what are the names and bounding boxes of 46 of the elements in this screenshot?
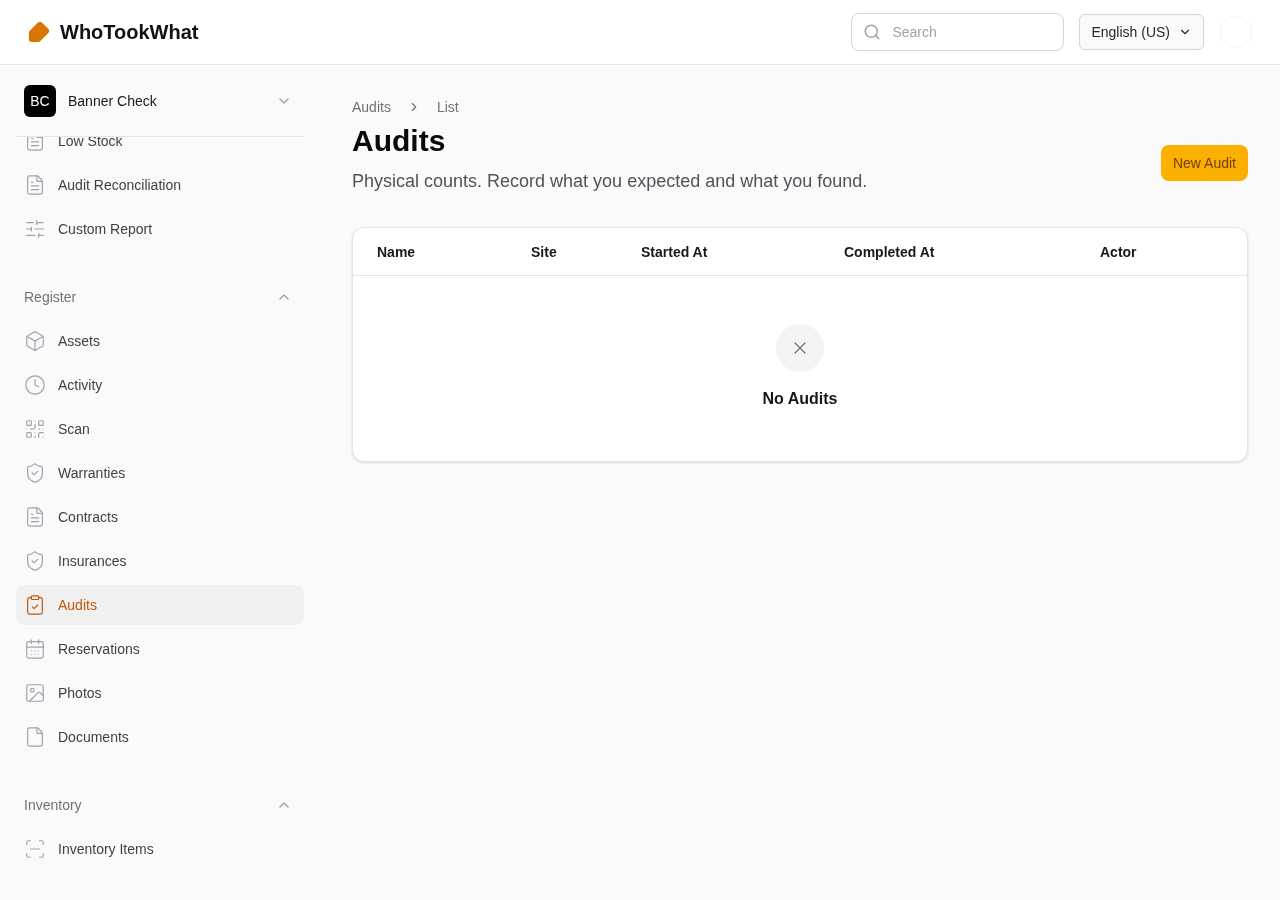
sidebar-item[interactable]: Warranties <box>16 453 304 493</box>
breadcrumb-link[interactable]: List <box>436 97 459 117</box>
sidebar-item[interactable]: Audit Reconciliation <box>16 165 304 205</box>
sidebar-item[interactable]: Custom Report <box>16 209 304 249</box>
sidebar-item[interactable]: Documents <box>16 717 304 757</box>
tag-icon <box>28 21 50 43</box>
image-icon <box>24 682 46 704</box>
clipboard-check-icon <box>24 594 46 616</box>
page-title: Audits <box>352 123 447 159</box>
sidebar-item[interactable]: Inventory Items <box>16 829 304 869</box>
column-header[interactable]: Name <box>377 241 531 262</box>
calendar-icon <box>24 638 46 660</box>
brand-name[interactable]: WhoTookWhat <box>60 18 199 46</box>
column-header[interactable]: Site <box>531 241 641 262</box>
sidebar-item[interactable]: Assets <box>16 321 304 361</box>
column-header[interactable]: Started At <box>641 241 844 262</box>
shield-check-icon <box>24 462 46 484</box>
breadcrumb-link[interactable]: Audits <box>352 97 391 117</box>
sidebar-item[interactable]: Reservations <box>16 629 304 669</box>
empty-message: No Audits <box>762 389 838 409</box>
language-select[interactable]: English (US) <box>1079 14 1204 50</box>
sidebar-item[interactable]: Contracts <box>16 497 304 537</box>
column-header[interactable]: Completed At <box>844 241 1100 262</box>
team-avatar: BC <box>24 84 56 117</box>
file-icon <box>24 726 46 748</box>
search-field[interactable]: Search <box>851 13 1065 51</box>
document-icon <box>24 174 46 196</box>
sidebar-item[interactable]: Audits <box>16 585 304 625</box>
search-icon <box>863 23 882 41</box>
document-icon <box>24 506 46 528</box>
sliders-icon <box>24 218 46 240</box>
qr-code-icon <box>24 418 46 440</box>
scan-frame-icon <box>24 838 46 860</box>
new-audit-button[interactable]: New Audit <box>1160 145 1248 181</box>
page-subtitle: Physical counts. Record what you expected and what you found. <box>352 170 868 193</box>
sidebar-item[interactable]: Insurances <box>16 541 304 581</box>
sidebar-item[interactable]: Scan <box>16 409 304 449</box>
clock-icon <box>24 374 46 396</box>
sidebar-item[interactable]: Photos <box>16 673 304 713</box>
section-header[interactable]: Inventory <box>16 785 304 825</box>
column-header[interactable]: Actor <box>1100 241 1223 262</box>
section-header[interactable]: Register <box>16 277 304 317</box>
cube-icon <box>24 330 46 352</box>
team-name: Banner Check <box>68 91 158 111</box>
shield-check-icon <box>24 550 46 572</box>
sidebar-item[interactable]: Activity <box>16 365 304 405</box>
